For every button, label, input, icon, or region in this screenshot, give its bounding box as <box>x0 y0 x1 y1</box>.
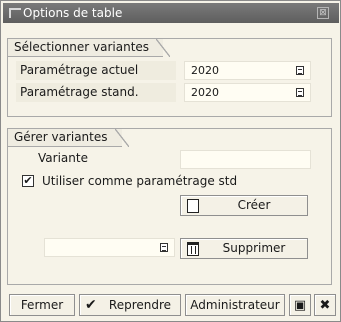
current-setting-label: Paramétrage actuel <box>16 61 176 80</box>
value-help-icon[interactable] <box>296 88 304 97</box>
delete-button-label: Supprimer <box>222 241 286 255</box>
close-button[interactable]: Fermer <box>9 294 75 316</box>
standard-setting-label: Paramétrage stand. <box>16 83 176 102</box>
close-icon[interactable]: ⊠ <box>317 7 329 19</box>
use-as-standard-checkbox[interactable]: ✔ <box>22 175 34 187</box>
cancel-button[interactable]: ✖ <box>314 294 336 316</box>
manage-variants-group: Gérer variantes Variante ✔ Utiliser comm… <box>7 128 332 285</box>
cancel-icon: ✖ <box>319 298 331 313</box>
new-document-icon <box>187 199 199 213</box>
create-button[interactable]: Créer <box>180 195 308 216</box>
check-icon: ✔ <box>85 297 97 313</box>
delete-variant-field[interactable] <box>44 238 175 257</box>
use-as-standard-label: Utiliser comme paramétrage std <box>42 174 238 188</box>
title-bar: Options de table ⊠ <box>3 3 339 23</box>
apply-button[interactable]: ✔ Reprendre <box>79 294 181 316</box>
apply-button-label: Reprendre <box>108 298 172 312</box>
value-help-icon[interactable] <box>160 243 168 252</box>
manage-variants-header: Gérer variantes <box>8 129 129 147</box>
select-variants-header: Sélectionner variantes <box>8 39 171 57</box>
trash-icon <box>187 242 199 256</box>
standard-setting-value: 2020 <box>191 86 219 99</box>
current-setting-value: 2020 <box>191 64 219 77</box>
administrator-button[interactable]: Administrateur <box>185 294 285 316</box>
delete-button[interactable]: Supprimer <box>180 238 308 259</box>
dialog-title: Options de table <box>23 6 123 20</box>
standard-setting-field[interactable]: 2020 <box>184 83 311 102</box>
save-icon: ▣ <box>293 298 307 313</box>
variant-input[interactable] <box>180 150 311 169</box>
current-setting-field[interactable]: 2020 <box>184 61 311 80</box>
save-button[interactable]: ▣ <box>289 294 311 316</box>
select-variants-group: Sélectionner variantes Paramétrage actue… <box>7 38 332 117</box>
variant-label: Variante <box>38 151 88 165</box>
value-help-icon[interactable] <box>296 66 304 75</box>
create-button-label: Créer <box>237 198 271 212</box>
table-options-dialog: Options de table ⊠ Sélectionner variante… <box>0 0 341 322</box>
window-icon <box>9 8 21 18</box>
